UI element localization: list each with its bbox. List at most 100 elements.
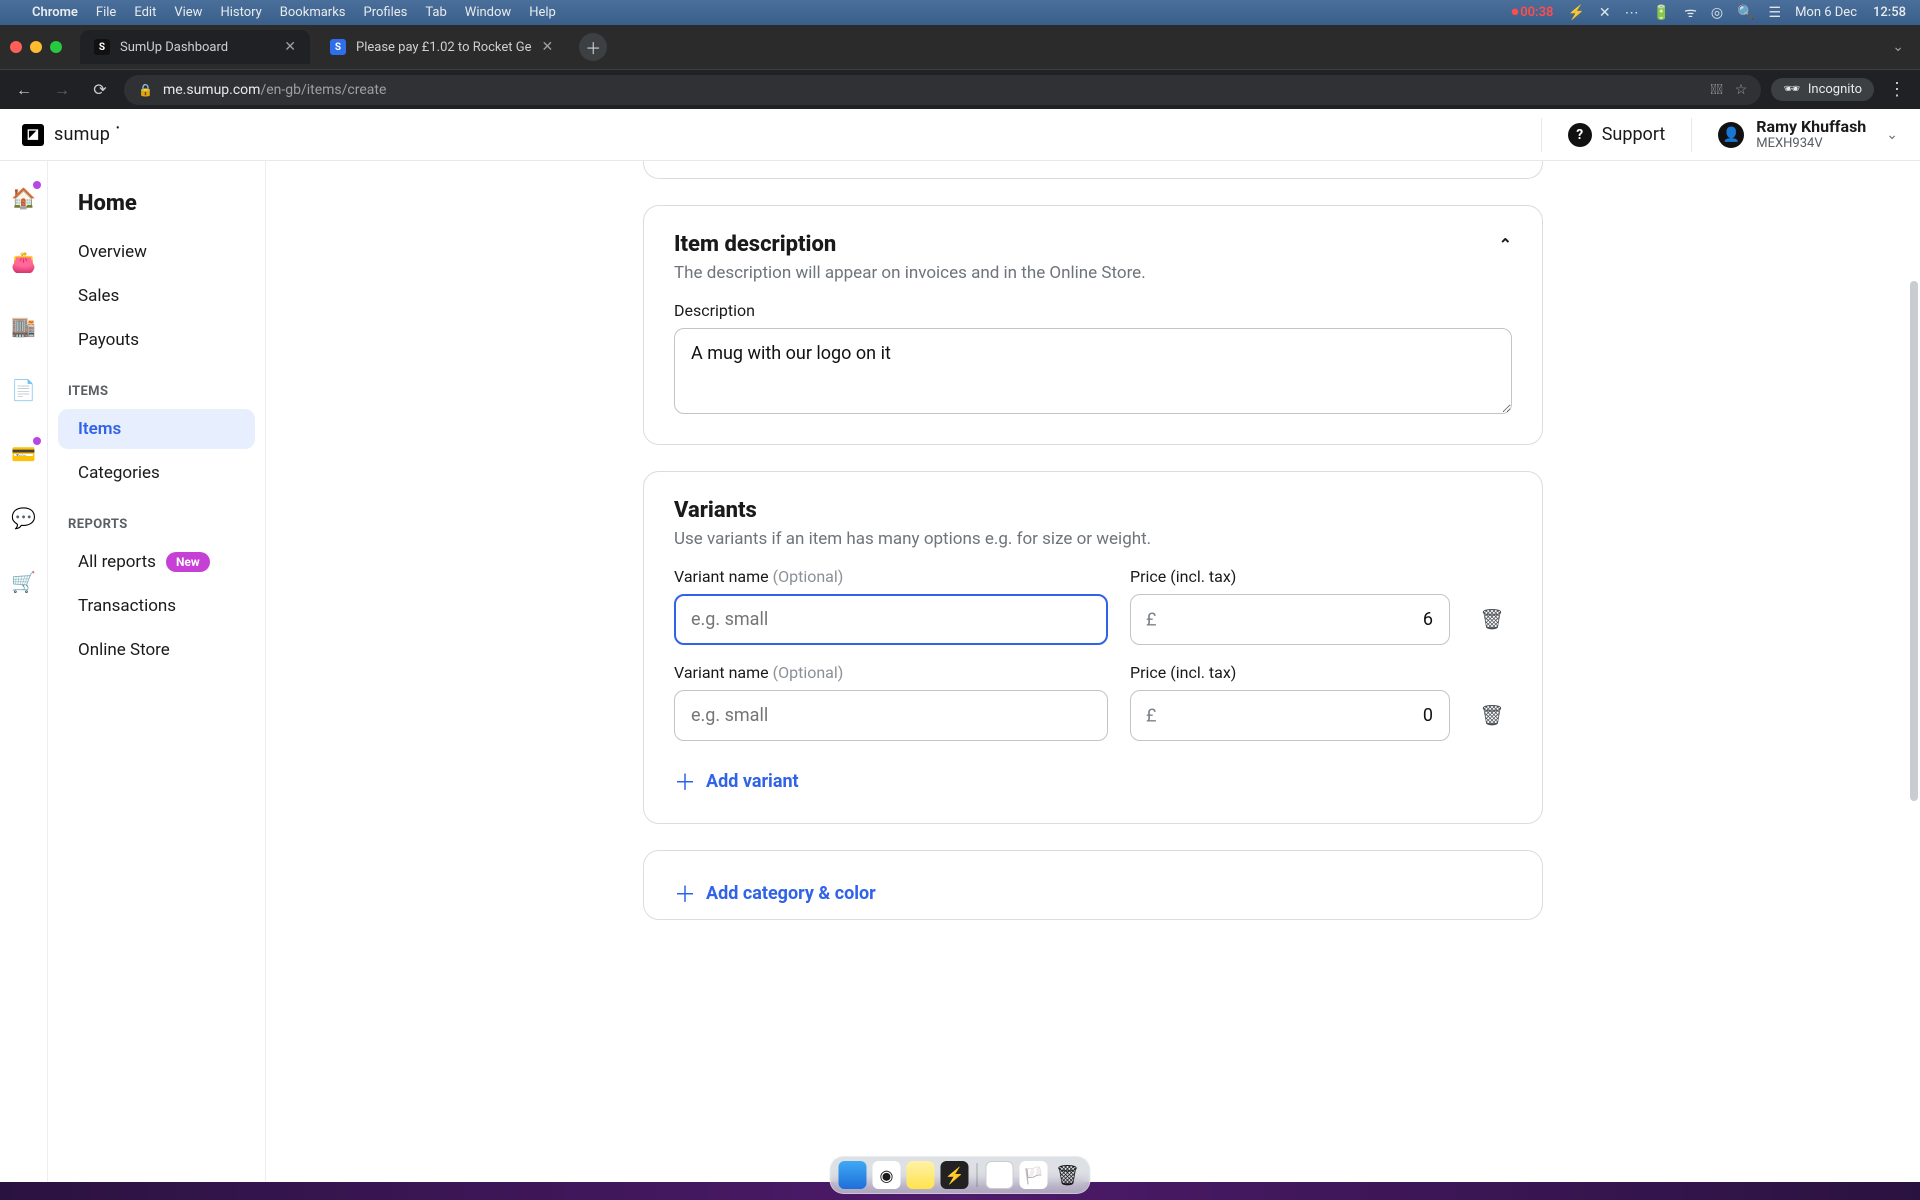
- dock-chrome-icon[interactable]: ◉: [873, 1161, 901, 1189]
- status-icon[interactable]: ✕: [1599, 5, 1611, 21]
- macos-menu-bar: Chrome File Edit View History Bookmarks …: [0, 0, 1920, 25]
- tab-favicon-icon: S: [330, 39, 346, 55]
- tabs-dropdown-icon[interactable]: ⌄: [1892, 39, 1910, 55]
- status-icon[interactable]: ⚡: [1567, 5, 1584, 21]
- add-category-color-button[interactable]: ＋ Add category & color: [674, 877, 1512, 909]
- menu-help[interactable]: Help: [529, 5, 556, 20]
- menubar-clock[interactable]: 12:58: [1873, 5, 1906, 20]
- user-name: Ramy Khuffash: [1756, 118, 1866, 136]
- user-icon: 👤: [1718, 122, 1744, 148]
- menubar-date[interactable]: Mon 6 Dec: [1795, 5, 1857, 20]
- card-title: Variants: [674, 498, 757, 523]
- wifi-icon[interactable]: ᯤ: [1684, 3, 1697, 22]
- menu-profiles[interactable]: Profiles: [364, 5, 408, 20]
- app-header: ◪ sumup• ? Support 👤 Ramy Khuffash MEXH9…: [0, 109, 1920, 161]
- variant-price-input[interactable]: [1130, 594, 1450, 645]
- menu-view[interactable]: View: [174, 5, 202, 20]
- menu-history[interactable]: History: [220, 5, 261, 20]
- add-variant-button[interactable]: ＋ Add variant: [674, 765, 1512, 797]
- description-label: Description: [674, 301, 1512, 320]
- battery-icon[interactable]: 🔋: [1653, 5, 1670, 21]
- browser-tab-strip: S SumUp Dashboard ✕ S Please pay £1.02 t…: [0, 25, 1920, 69]
- menu-bookmarks[interactable]: Bookmarks: [280, 5, 346, 20]
- card-variants: Variants Use variants if an item has man…: [643, 471, 1543, 824]
- new-tab-button[interactable]: ＋: [579, 33, 607, 61]
- variant-row: Variant name (Optional) Price (incl. tax…: [674, 663, 1512, 741]
- browser-menu-button[interactable]: ⋮: [1884, 79, 1910, 100]
- rail-store-icon[interactable]: 🏬: [11, 313, 37, 339]
- screen-record-indicator[interactable]: ⏺00:38: [1512, 5, 1554, 20]
- sidebar: Home Overview Sales Payouts ITEMS Items …: [48, 161, 266, 1200]
- rail-wallet-icon[interactable]: 👛: [11, 249, 37, 275]
- delete-variant-button[interactable]: 🗑: [1472, 593, 1512, 645]
- sidebar-item-overview[interactable]: Overview: [58, 232, 255, 272]
- app-name[interactable]: Chrome: [32, 5, 78, 20]
- dock-document-icon[interactable]: [986, 1161, 1014, 1189]
- variant-price-input[interactable]: [1130, 690, 1450, 741]
- sidebar-section-reports: REPORTS: [48, 497, 265, 538]
- dock-trash-icon[interactable]: 🗑: [1054, 1161, 1082, 1189]
- delete-variant-button[interactable]: 🗑: [1472, 689, 1512, 741]
- collapse-icon[interactable]: ⌃: [1499, 235, 1512, 254]
- window-minimize-button[interactable]: [30, 41, 42, 53]
- rail-card-icon[interactable]: 💳: [11, 441, 37, 467]
- status-icon[interactable]: ◎: [1711, 5, 1723, 21]
- nav-reload-button[interactable]: ⟳: [86, 76, 114, 104]
- sidebar-item-payouts[interactable]: Payouts: [58, 320, 255, 360]
- sidebar-item-items[interactable]: Items: [58, 409, 255, 449]
- scrollbar-thumb[interactable]: [1910, 281, 1918, 801]
- browser-tab[interactable]: S SumUp Dashboard ✕: [80, 30, 310, 64]
- eye-off-icon[interactable]: 👁̸: [1710, 82, 1722, 98]
- nav-icon-rail: 🏠 👛 🏬 📄 💳 💬 🛒: [0, 161, 48, 1200]
- sidebar-item-categories[interactable]: Categories: [58, 453, 255, 493]
- macos-dock: ◉ ⚡ 🏳️ 🗑: [830, 1156, 1091, 1194]
- menu-tab[interactable]: Tab: [425, 5, 446, 20]
- window-close-button[interactable]: [10, 41, 22, 53]
- brand-logo[interactable]: ◪ sumup•: [22, 124, 124, 146]
- account-menu[interactable]: 👤 Ramy Khuffash MEXH934V ⌄: [1718, 118, 1898, 151]
- brand-word: sumup: [54, 124, 110, 145]
- card-previous-stub: [643, 161, 1543, 179]
- dock-app-icon[interactable]: 🏳️: [1020, 1161, 1048, 1189]
- spotlight-icon[interactable]: 🔍: [1737, 5, 1754, 21]
- rail-document-icon[interactable]: 📄: [11, 377, 37, 403]
- sidebar-item-label: All reports: [78, 552, 156, 572]
- rail-chat-icon[interactable]: 💬: [11, 505, 37, 531]
- incognito-chip[interactable]: 🕶 Incognito: [1771, 78, 1874, 101]
- dock-app-icon[interactable]: ⚡: [941, 1161, 969, 1189]
- dock-finder-icon[interactable]: [839, 1161, 867, 1189]
- nav-forward-button[interactable]: →: [48, 76, 76, 104]
- menu-file[interactable]: File: [96, 5, 116, 20]
- currency-symbol: £: [1146, 705, 1156, 726]
- window-zoom-button[interactable]: [50, 41, 62, 53]
- tab-close-icon[interactable]: ✕: [284, 39, 296, 55]
- sidebar-item-sales[interactable]: Sales: [58, 276, 255, 316]
- tab-close-icon[interactable]: ✕: [542, 39, 554, 55]
- new-badge: New: [166, 552, 210, 572]
- bookmark-star-icon[interactable]: ☆: [1735, 82, 1748, 98]
- variant-name-label: Variant name (Optional): [674, 663, 1108, 682]
- sidebar-heading: Home: [58, 181, 255, 226]
- browser-tab[interactable]: S Please pay £1.02 to Rocket Ge ✕: [316, 30, 567, 64]
- variant-price-label: Price (incl. tax): [1130, 663, 1450, 682]
- address-bar[interactable]: 🔒 me.sumup.com/en-gb/items/create 👁̸ ☆: [124, 75, 1761, 105]
- incognito-icon: 🕶: [1783, 82, 1800, 97]
- sidebar-item-online-store[interactable]: Online Store: [58, 630, 255, 670]
- sidebar-item-all-reports[interactable]: All reports New: [58, 542, 255, 582]
- support-link[interactable]: ? Support: [1568, 123, 1666, 147]
- nav-back-button[interactable]: ←: [10, 76, 38, 104]
- menu-edit[interactable]: Edit: [134, 5, 156, 20]
- rail-home-icon[interactable]: 🏠: [11, 185, 37, 211]
- status-icon[interactable]: ⋯: [1625, 5, 1639, 21]
- description-textarea[interactable]: A mug with our logo on it: [674, 328, 1512, 414]
- rail-cart-icon[interactable]: 🛒: [11, 569, 37, 595]
- menu-window[interactable]: Window: [465, 5, 511, 20]
- tab-title: Please pay £1.02 to Rocket Ge: [356, 40, 532, 55]
- sidebar-item-transactions[interactable]: Transactions: [58, 586, 255, 626]
- variant-name-input[interactable]: [674, 690, 1108, 741]
- dock-notes-icon[interactable]: [907, 1161, 935, 1189]
- card-subtitle: The description will appear on invoices …: [674, 263, 1512, 283]
- variant-name-input[interactable]: [674, 594, 1108, 645]
- add-category-color-label: Add category & color: [706, 883, 876, 904]
- control-center-icon[interactable]: ☰: [1769, 5, 1782, 21]
